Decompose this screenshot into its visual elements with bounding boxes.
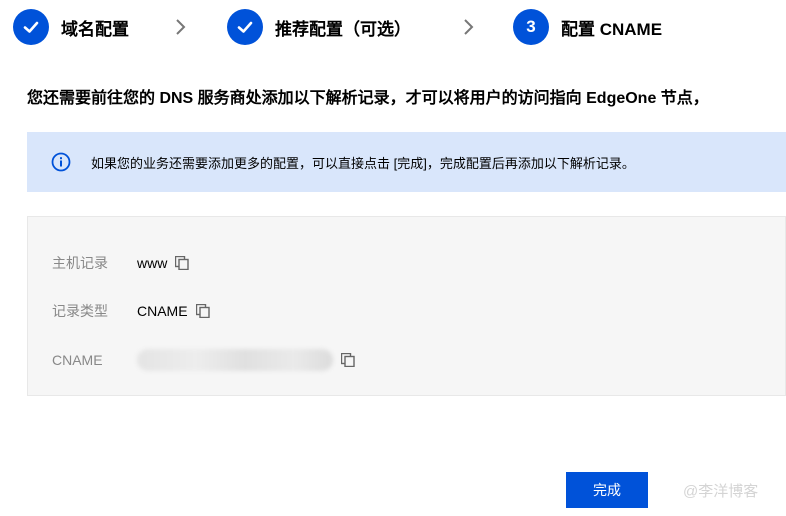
steps-bar: 域名配置 推荐配置（可选） 3 配置 CNAME [0, 0, 786, 54]
cname-value-redacted [137, 349, 333, 371]
step-label: 配置 CNAME [561, 19, 663, 39]
record-row-host: 主机记录 www [52, 252, 190, 274]
copy-icon[interactable] [195, 304, 210, 318]
info-banner: 如果您的业务还需要添加更多的配置，可以直接点击 [完成]，完成配置后再添加以下解… [27, 132, 786, 192]
record-row-cname: CNAME [52, 349, 355, 371]
info-text: 如果您的业务还需要添加更多的配置，可以直接点击 [完成]，完成配置后再添加以下解… [91, 155, 635, 171]
step-recommended-config[interactable]: 推荐配置（可选） [227, 8, 411, 46]
chevron-right-icon [464, 19, 474, 35]
step-number-badge: 3 [513, 9, 549, 45]
type-label: 记录类型 [52, 303, 108, 319]
host-label: 主机记录 [52, 255, 108, 271]
record-row-type: 记录类型 CNAME [52, 300, 210, 322]
copy-icon[interactable] [175, 256, 190, 270]
info-icon [51, 152, 71, 172]
check-icon [227, 9, 263, 45]
chevron-right-icon [176, 19, 186, 35]
step-label: 推荐配置（可选） [275, 19, 411, 39]
cname-label: CNAME [52, 352, 103, 368]
instruction-text: 您还需要前往您的 DNS 服务商处添加以下解析记录，才可以将用户的访问指向 Ed… [27, 90, 709, 107]
check-icon [13, 9, 49, 45]
done-button[interactable]: 完成 [566, 472, 648, 508]
step-domain-config[interactable]: 域名配置 [13, 8, 129, 46]
host-value: www [137, 255, 168, 271]
watermark: @李洋博客 [683, 483, 759, 500]
page: 域名配置 推荐配置（可选） 3 配置 CNAME 您还需要前往您的 DNS 服务… [0, 0, 786, 516]
copy-icon[interactable] [341, 353, 355, 367]
type-value: CNAME [137, 303, 188, 319]
record-panel: 主机记录 www 记录类型 CNAME CNAME [27, 216, 786, 396]
step-cname-config[interactable]: 3 配置 CNAME [513, 8, 662, 46]
step-label: 域名配置 [61, 19, 129, 39]
